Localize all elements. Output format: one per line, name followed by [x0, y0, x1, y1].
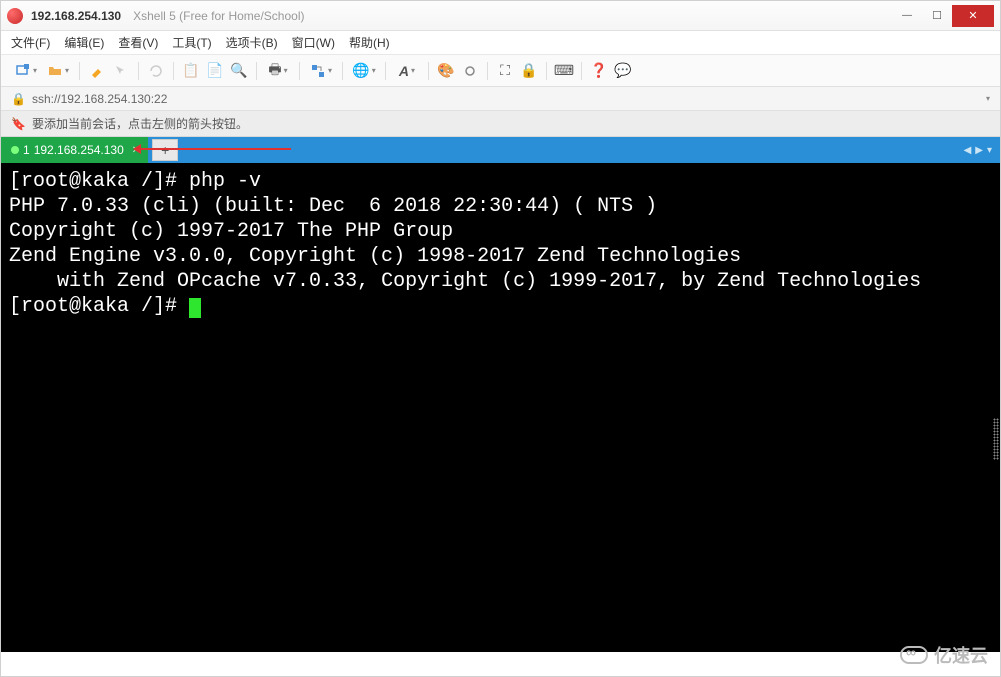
search-button[interactable]: 🔍 [228, 60, 250, 82]
tab-next-icon[interactable]: ▶ [975, 145, 983, 156]
maximize-button[interactable] [922, 5, 952, 27]
address-bar[interactable]: 🔒 ssh://192.168.254.130:22 ▾ [1, 87, 1000, 111]
menu-tools[interactable]: 工具(T) [172, 34, 211, 51]
prompt: [root@kaka /]# [9, 170, 189, 193]
terminal-line: PHP 7.0.33 (cli) (built: Dec 6 2018 22:3… [9, 195, 657, 218]
watermark: 亿速云 [900, 642, 988, 668]
lock-icon: 🔒 [11, 92, 26, 106]
message-text: 要添加当前会话，点击左侧的箭头按钮。 [32, 115, 248, 132]
terminal-line: Copyright (c) 1997-2017 The PHP Group [9, 220, 453, 243]
new-session-button[interactable] [11, 60, 41, 82]
session-button[interactable] [459, 60, 481, 82]
window-buttons [892, 5, 994, 27]
arrow-button[interactable] [110, 60, 132, 82]
menu-tabs[interactable]: 选项卡(B) [226, 34, 278, 51]
cloud-icon [900, 646, 928, 664]
address-text: ssh://192.168.254.130:22 [32, 92, 167, 106]
terminal-line: Zend Engine v3.0.0, Copyright (c) 1998-2… [9, 245, 741, 268]
terminal[interactable]: [root@kaka /]# php -v PHP 7.0.33 (cli) (… [1, 163, 1000, 652]
minimize-button[interactable] [892, 5, 922, 27]
menu-edit[interactable]: 编辑(E) [64, 34, 104, 51]
highlighter-button[interactable] [86, 60, 108, 82]
session-tab[interactable]: 1 192.168.254.130 ✕ [1, 137, 148, 163]
command: php -v [189, 170, 261, 193]
tab-bar: 1 192.168.254.130 ✕ + ◀ ▶ ▾ [1, 137, 1000, 163]
cursor [189, 298, 201, 318]
bookmark-icon[interactable]: 🔖 [11, 117, 26, 131]
watermark-text: 亿速云 [934, 642, 988, 668]
print-button[interactable]: 🖶 [263, 60, 293, 82]
terminal-scrollbar[interactable] [984, 163, 1000, 652]
bubble-button[interactable]: 💬 [612, 60, 634, 82]
tab-menu-icon[interactable]: ▾ [987, 145, 992, 156]
menu-file[interactable]: 文件(F) [11, 34, 50, 51]
menu-help[interactable]: 帮助(H) [349, 34, 390, 51]
add-tab-button[interactable]: + [152, 139, 178, 161]
keyboard-button[interactable]: ⌨ [553, 60, 575, 82]
lock-button[interactable]: 🔒 [518, 60, 540, 82]
transfer-button[interactable] [306, 60, 336, 82]
app-icon [7, 8, 23, 24]
terminal-line: with Zend OPcache v7.0.33, Copyright (c)… [9, 270, 921, 293]
open-session-button[interactable] [43, 60, 73, 82]
copy-button[interactable]: 📋 [180, 60, 202, 82]
menubar: 文件(F) 编辑(E) 查看(V) 工具(T) 选项卡(B) 窗口(W) 帮助(… [1, 31, 1000, 55]
fullscreen-button[interactable]: ⛶ [494, 60, 516, 82]
menu-window[interactable]: 窗口(W) [292, 34, 335, 51]
annotation-arrow [136, 148, 291, 150]
globe-button[interactable]: 🌐 [349, 60, 379, 82]
tab-index: 1 [23, 143, 30, 157]
palette-button[interactable]: 🎨 [435, 60, 457, 82]
tab-nav: ◀ ▶ ▾ [964, 137, 1000, 163]
font-button[interactable]: A [392, 60, 422, 82]
help-button[interactable]: ❓ [588, 60, 610, 82]
address-dropdown-icon[interactable]: ▾ [986, 94, 990, 103]
menu-view[interactable]: 查看(V) [118, 34, 158, 51]
title-host: 192.168.254.130 [31, 9, 121, 23]
title-app: Xshell 5 (Free for Home/School) [133, 9, 304, 23]
reconnect-button[interactable] [145, 60, 167, 82]
toolbar: 📋 📄 🔍 🖶 🌐 A 🎨 ⛶ 🔒 ⌨ ❓ 💬 [1, 55, 1000, 87]
status-dot-icon [11, 146, 19, 154]
paste-button[interactable]: 📄 [204, 60, 226, 82]
prompt: [root@kaka /]# [9, 295, 189, 318]
tab-prev-icon[interactable]: ◀ [964, 145, 972, 156]
titlebar: 192.168.254.130 Xshell 5 (Free for Home/… [1, 1, 1000, 31]
close-button[interactable] [952, 5, 994, 27]
tab-label: 192.168.254.130 [34, 143, 124, 157]
message-bar: 🔖 要添加当前会话，点击左侧的箭头按钮。 [1, 111, 1000, 137]
